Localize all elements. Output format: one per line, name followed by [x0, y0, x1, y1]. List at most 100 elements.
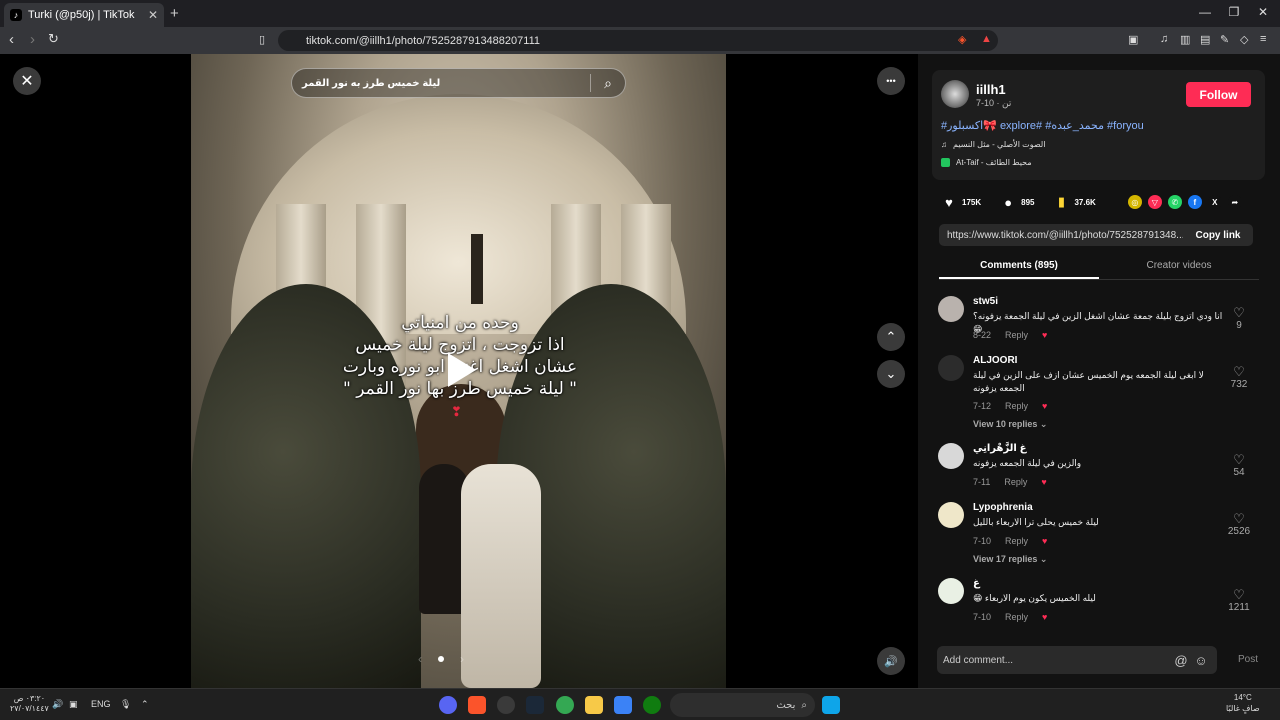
- new-tab-button[interactable]: +: [170, 5, 179, 22]
- media-icon[interactable]: ♫: [1160, 33, 1168, 45]
- commenter-username[interactable]: ALJOORI: [973, 355, 1017, 366]
- share-embed-icon[interactable]: ◎: [1127, 195, 1142, 209]
- comment-like-count: 1211: [1228, 602, 1250, 613]
- discord-app-icon[interactable]: [439, 696, 457, 714]
- share-x-icon[interactable]: X: [1207, 195, 1222, 209]
- post-comment-button[interactable]: Post: [1238, 654, 1258, 665]
- store-app-icon[interactable]: [614, 696, 632, 714]
- post-location[interactable]: At-Taif - محيط الطائف: [941, 158, 1032, 167]
- tab-close-icon[interactable]: ✕: [148, 8, 158, 22]
- taskbar-clock[interactable]: ٠٣:٢٠ ص ٢٧/٠٧/١٤٤٧: [10, 694, 49, 714]
- brave-app-icon[interactable]: [468, 696, 486, 714]
- creator-liked-icon: ♥: [1042, 330, 1048, 340]
- reply-button[interactable]: Reply: [1005, 536, 1028, 546]
- maximize-button[interactable]: ❐: [1222, 5, 1246, 19]
- commenter-avatar[interactable]: [938, 578, 964, 604]
- sidebar-icon[interactable]: ▥: [1180, 33, 1190, 46]
- brave-rewards-icon[interactable]: ▲: [981, 33, 992, 45]
- share-friends-icon[interactable]: ▽: [1147, 195, 1162, 209]
- view-replies-button[interactable]: View 17 replies ⌄: [973, 554, 1047, 565]
- network-icon[interactable]: ▣: [69, 699, 78, 710]
- reload-icon[interactable]: ↻: [48, 31, 59, 47]
- share-more-icon[interactable]: ➦: [1227, 195, 1242, 209]
- reply-button[interactable]: Reply: [1005, 612, 1028, 622]
- commenter-username[interactable]: غ: [973, 578, 980, 589]
- tray-overflow-icon[interactable]: ⌃: [141, 699, 149, 710]
- chrome-app-icon[interactable]: [556, 696, 574, 714]
- share-whatsapp-icon[interactable]: ✆: [1167, 195, 1182, 209]
- reply-button[interactable]: Reply: [1005, 401, 1028, 411]
- add-comment-input[interactable]: Add comment... @ ☺: [937, 646, 1217, 674]
- play-icon[interactable]: [440, 350, 480, 390]
- emoji-icon[interactable]: ☺: [1191, 653, 1211, 668]
- commenter-avatar[interactable]: [938, 296, 964, 322]
- comment-like[interactable]: ♡ 1211: [1224, 588, 1254, 614]
- mention-icon[interactable]: @: [1171, 653, 1191, 668]
- bookmark-save-icon[interactable]: ▮: [1054, 194, 1068, 210]
- microphone-icon[interactable]: 🎙: [120, 699, 131, 710]
- tiktok-page: ✕ ليلة خميس طرز به نور القمر ⌕ وحده من ا…: [0, 54, 1280, 688]
- comment-like-count: 2526: [1227, 526, 1251, 537]
- commenter-avatar[interactable]: [938, 355, 964, 381]
- copy-link-button[interactable]: Copy link: [1183, 230, 1253, 241]
- photo-search-bar[interactable]: ليلة خميس طرز به نور القمر ⌕: [291, 68, 626, 98]
- commenter-avatar[interactable]: [938, 502, 964, 528]
- weather-widget[interactable]: 14°C صافٍ غالبًا: [1226, 692, 1260, 714]
- reply-button[interactable]: Reply: [1004, 477, 1027, 487]
- close-viewer-button[interactable]: ✕: [13, 67, 41, 95]
- follow-button[interactable]: Follow: [1186, 82, 1251, 107]
- search-icon[interactable]: ⌕: [591, 75, 625, 92]
- address-bar[interactable]: tiktok.com/@iillh1/photo/752528791348820…: [278, 30, 998, 51]
- speaker-icon[interactable]: 🔊: [52, 699, 63, 710]
- post-hashtags[interactable]: #اكسبلور🎀 explore# #محمد_عبده #foryou: [941, 119, 1144, 132]
- commenter-username[interactable]: stw5i: [973, 296, 998, 307]
- language-indicator[interactable]: ENG: [91, 699, 111, 709]
- post-sound[interactable]: ♫ الصوت الأصلي - مثل النسيم: [941, 140, 1045, 149]
- extensions-icon[interactable]: ✎: [1220, 33, 1229, 46]
- creator-liked-icon: ♥: [1041, 477, 1047, 487]
- bookmark-icon[interactable]: ▯: [259, 33, 265, 46]
- share-facebook-icon[interactable]: f: [1187, 195, 1202, 209]
- back-icon[interactable]: ‹: [9, 31, 14, 48]
- author-username[interactable]: iillh1: [976, 82, 1006, 97]
- vpn-icon[interactable]: ◇: [1240, 33, 1248, 46]
- xbox-app-icon[interactable]: [643, 696, 661, 714]
- comment-meta: 8-22 Reply ♥: [973, 330, 1047, 340]
- comment-like[interactable]: ♡ 732: [1224, 365, 1254, 391]
- tab-comments[interactable]: Comments (895): [939, 254, 1099, 279]
- commenter-avatar[interactable]: [938, 443, 964, 469]
- app-icon[interactable]: [497, 696, 515, 714]
- commenter-username[interactable]: غ الزَّهْرانِي: [973, 443, 1026, 454]
- comment-like[interactable]: ♡ 2526: [1224, 512, 1254, 538]
- more-options-button[interactable]: •••: [877, 67, 905, 95]
- carousel-next-icon[interactable]: ›: [460, 652, 464, 666]
- wallet-icon[interactable]: ▤: [1200, 33, 1210, 46]
- tab-creator-videos[interactable]: Creator videos: [1099, 254, 1259, 279]
- author-avatar[interactable]: [941, 80, 969, 108]
- carousel-dot[interactable]: [438, 656, 444, 662]
- like-heart-icon[interactable]: ♥: [942, 195, 956, 210]
- menu-icon[interactable]: ≡: [1260, 33, 1266, 45]
- next-post-button[interactable]: ⌄: [877, 360, 905, 388]
- comment-bubble-icon[interactable]: ●: [1001, 195, 1015, 210]
- window-close-button[interactable]: ✕: [1251, 5, 1275, 19]
- commenter-username[interactable]: Lypophrenia: [973, 502, 1033, 513]
- volume-button[interactable]: 🔊: [877, 647, 905, 675]
- start-windows-icon[interactable]: [822, 696, 840, 714]
- minimize-button[interactable]: —: [1193, 5, 1217, 19]
- file-explorer-icon[interactable]: [585, 696, 603, 714]
- forward-icon[interactable]: ›: [30, 31, 35, 48]
- photo-search-text: ليلة خميس طرز به نور القمر: [302, 77, 441, 89]
- reply-button[interactable]: Reply: [1005, 330, 1028, 340]
- view-replies-button[interactable]: View 10 replies ⌄: [973, 419, 1047, 430]
- comment-like[interactable]: ♡ 9: [1224, 306, 1254, 332]
- brave-shield-icon[interactable]: ◈: [958, 33, 966, 46]
- browser-tab[interactable]: ♪ Turki (@p50j) | TikTok ✕: [4, 3, 164, 27]
- comment-like[interactable]: ♡ 54: [1224, 453, 1254, 479]
- steam-app-icon[interactable]: [526, 696, 544, 714]
- screenshot-icon[interactable]: ▣: [1128, 33, 1138, 46]
- previous-post-button[interactable]: ⌃: [877, 323, 905, 351]
- weather-temp: 14°C: [1233, 693, 1252, 702]
- taskbar-search[interactable]: ⌕ بحث: [670, 693, 815, 717]
- carousel-prev-icon[interactable]: ‹: [418, 652, 422, 666]
